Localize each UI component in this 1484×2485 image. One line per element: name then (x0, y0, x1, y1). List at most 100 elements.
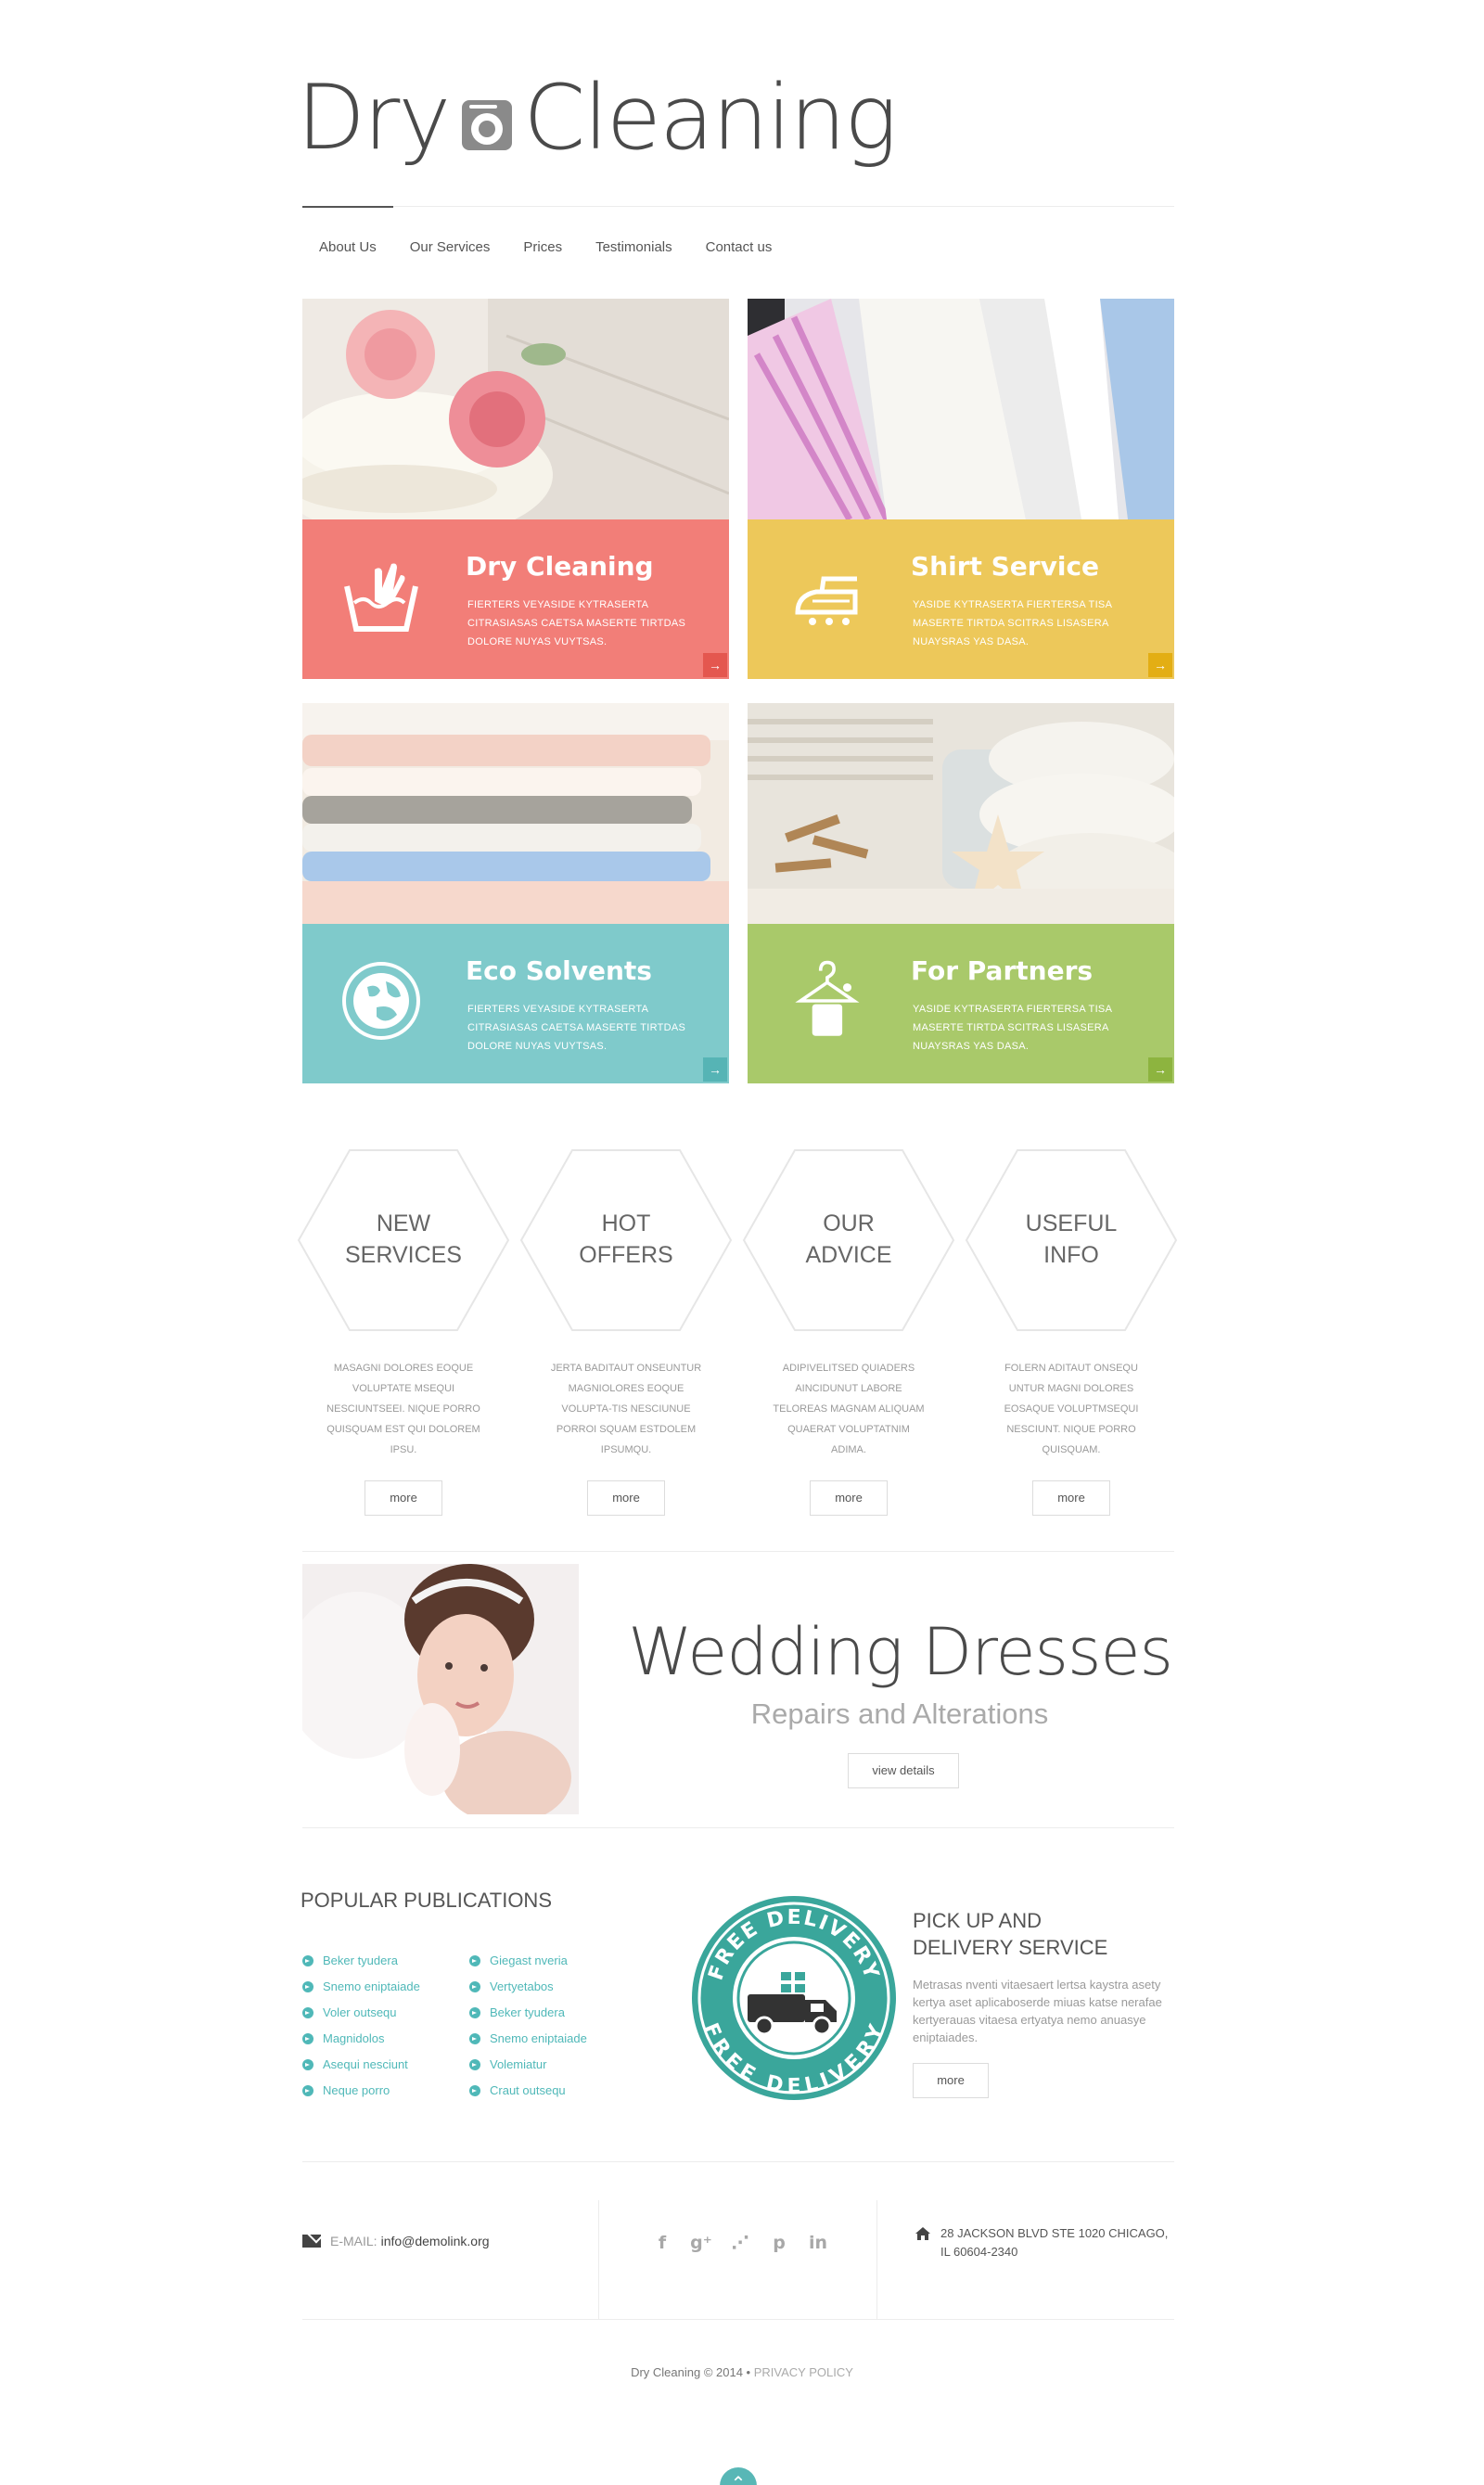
publication-link[interactable]: Magnidolos (302, 2026, 420, 2052)
social-links: f g⁺ ⋰ p in (649, 2230, 831, 2256)
more-button[interactable]: more (1032, 1480, 1110, 1516)
pinterest-icon[interactable]: p (766, 2230, 792, 2256)
publication-link[interactable]: Craut outsequ (469, 2078, 587, 2104)
feature-text: MASAGNI DOLORES EOQUE VOLUPTATE MSEQUI N… (326, 1363, 480, 1455)
publication-link[interactable]: Snemo eniptaiade (302, 1974, 420, 2000)
google-plus-icon[interactable]: g⁺ (688, 2230, 714, 2256)
feature-label: HOT OFFERS (579, 1210, 673, 1268)
hanger-icon (795, 960, 860, 1036)
tile-title: Shirt Service (911, 551, 1100, 582)
chevron-up-icon: ⌃ (730, 2474, 747, 2485)
arrow-right-icon[interactable]: → (1148, 653, 1172, 677)
more-button[interactable]: more (810, 1480, 888, 1516)
publication-link[interactable]: Asequi nesciunt (302, 2052, 420, 2078)
privacy-policy-link[interactable]: PRIVACY POLICY (754, 2365, 853, 2379)
envelope-icon (302, 2235, 321, 2248)
more-button[interactable]: more (365, 1480, 442, 1516)
feature-text: ADIPIVELITSED QUIADERS AINCIDUNUT LABORE… (773, 1363, 925, 1455)
feature-text: FOLERN ADITAUT ONSEQU UNTUR MAGNI DOLORE… (1004, 1363, 1139, 1455)
logo-word-dry: Dry (297, 66, 451, 170)
tile-for-partners[interactable]: For Partners YASIDE KYTRASERTA FIERTERSA… (748, 703, 1174, 1083)
main-nav: About Us Our Services Prices Testimonial… (302, 239, 788, 255)
tile-text: FIERTERS VEYASIDE KYTRASERTA CITRASIASAS… (467, 1004, 686, 1052)
publication-link[interactable]: Voler outsequ (302, 2000, 420, 2026)
publication-link[interactable]: Volemiatur (469, 2052, 587, 2078)
view-details-button[interactable]: view details (848, 1753, 959, 1788)
tile-dry-cleaning-band: Dry Cleaning FIERTERS VEYASIDE KYTRASERT… (302, 519, 729, 679)
feature-label: NEW SERVICES (345, 1210, 462, 1268)
publication-link[interactable]: Beker tyudera (469, 2000, 587, 2026)
logo-underline (302, 206, 393, 208)
nav-testimonials[interactable]: Testimonials (595, 239, 672, 255)
scroll-to-top-button[interactable]: ⌃ (720, 2467, 757, 2485)
tile-eco-solvents[interactable]: Eco Solvents FIERTERS VEYASIDE KYTRASERT… (302, 703, 729, 1083)
circle-arrow-icon (469, 2033, 480, 2044)
circle-arrow-icon (469, 2059, 480, 2070)
circle-arrow-icon (469, 2007, 480, 2018)
globe-icon (342, 962, 420, 1040)
bride-photo (302, 1564, 579, 1814)
nav-prices[interactable]: Prices (523, 239, 562, 255)
tile-title: Eco Solvents (466, 955, 652, 986)
tile-shirt-service-band: Shirt Service YASIDE KYTRASERTA FIERTERS… (748, 519, 1174, 679)
arrow-right-icon[interactable]: → (1148, 1057, 1172, 1082)
tile-for-partners-band: For Partners YASIDE KYTRASERTA FIERTERSA… (748, 924, 1174, 1083)
feature-useful-info: USEFUL INFO FOLERN ADITAUT ONSEQU UNTUR M… (965, 1148, 1178, 1516)
section-divider (302, 2161, 1174, 2162)
hand-wash-icon (344, 563, 418, 632)
feature-text: JERTA BADITAUT ONSEUNTUR MAGNIOLORES EOQ… (550, 1363, 702, 1455)
wedding-title: Wedding Dresses (628, 1614, 1173, 1690)
nav-contact-us[interactable]: Contact us (706, 239, 773, 255)
feature-new-services: NEW SERVICES MASAGNI DOLORES EOQUE VOLUPT… (297, 1148, 510, 1516)
folded-linens-photo (302, 703, 729, 924)
section-divider (302, 1551, 1174, 1552)
footer-divider (876, 2200, 877, 2319)
tile-shirt-service[interactable]: Shirt Service YASIDE KYTRASERTA FIERTERS… (748, 299, 1174, 679)
tile-text: FIERTERS VEYASIDE KYTRASERTA CITRASIASAS… (467, 599, 686, 647)
footer-divider (598, 2200, 599, 2319)
publication-link[interactable]: Giegast nveria (469, 1948, 587, 1974)
rss-icon[interactable]: ⋰ (727, 2230, 753, 2256)
arrow-right-icon[interactable]: → (703, 1057, 727, 1082)
nav-our-services[interactable]: Our Services (410, 239, 491, 255)
publications-title: POPULAR PUBLICATIONS (301, 1889, 552, 1912)
email-label: E-MAIL: (330, 2234, 377, 2248)
delivery-more-button[interactable]: more (913, 2063, 989, 2098)
section-divider (302, 1827, 1174, 1828)
header-divider (393, 206, 1174, 207)
washing-machine-icon (462, 100, 513, 150)
circle-arrow-icon (302, 2059, 313, 2070)
tile-dry-cleaning[interactable]: Dry Cleaning FIERTERS VEYASIDE KYTRASERT… (302, 299, 729, 679)
feature-our-advice: OUR ADVICE ADIPIVELITSED QUIADERS AINCIDU… (742, 1148, 955, 1516)
publication-link[interactable]: Snemo eniptaiade (469, 2026, 587, 2052)
publication-link[interactable]: Neque porro (302, 2078, 420, 2104)
circle-arrow-icon (302, 2033, 313, 2044)
address-line-2: IL 60604-2340 (940, 2245, 1018, 2259)
shirts-photo (748, 299, 1174, 519)
logo-word-cleaning: Cleaning (523, 66, 898, 170)
copyright: Dry Cleaning © 2014 • PRIVACY POLICY (0, 2365, 1484, 2379)
publications-list-1: Beker tyudera Snemo eniptaiade Voler out… (302, 1948, 420, 2104)
wedding-subtitle: Repairs and Alterations (750, 1697, 1049, 1730)
circle-arrow-icon (302, 1981, 313, 1992)
circle-arrow-icon (469, 1981, 480, 1992)
nav-about-us[interactable]: About Us (319, 239, 377, 255)
feature-hot-offers: HOT OFFERS JERTA BADITAUT ONSEUNTUR MAGNI… (519, 1148, 733, 1516)
publication-link[interactable]: Beker tyudera (302, 1948, 420, 1974)
iron-icon (795, 576, 858, 625)
circle-arrow-icon (302, 2085, 313, 2096)
circle-arrow-icon (302, 1955, 313, 1966)
footer-address: 28 JACKSON BLVD STE 1020 CHICAGO, IL 606… (915, 2224, 1174, 2261)
linkedin-icon[interactable]: in (805, 2230, 831, 2256)
tile-text: YASIDE KYTRASERTA FIERTERSA TISA MASERTE… (913, 599, 1112, 647)
facebook-icon[interactable]: f (649, 2230, 675, 2256)
site-logo[interactable]: Dry Cleaning (297, 66, 898, 170)
towels-pegs-photo (748, 703, 1174, 924)
free-delivery-stamp: FREE DELIVERY FREE DELIVERY (692, 1896, 896, 2100)
more-button[interactable]: more (587, 1480, 665, 1516)
email-link[interactable]: info@demolink.org (381, 2234, 490, 2248)
arrow-right-icon[interactable]: → (703, 653, 727, 677)
publication-link[interactable]: Vertyetabos (469, 1974, 587, 2000)
address-line-1: 28 JACKSON BLVD STE 1020 CHICAGO, (940, 2226, 1169, 2240)
circle-arrow-icon (469, 2085, 480, 2096)
